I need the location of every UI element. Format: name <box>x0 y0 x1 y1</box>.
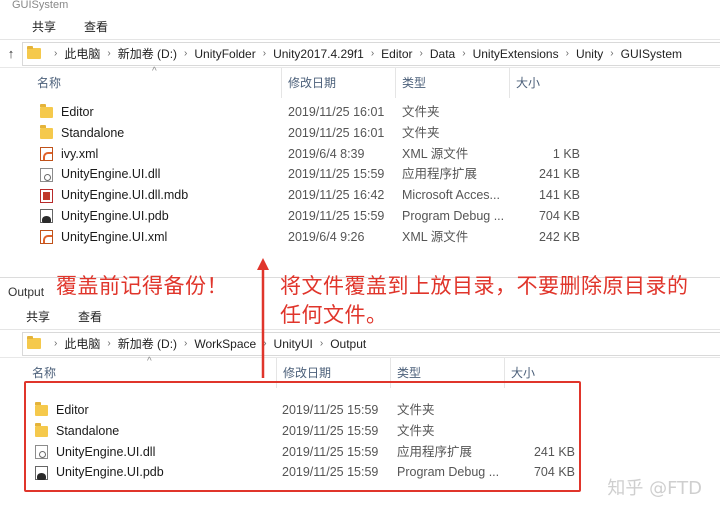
file-row[interactable]: UnityEngine.UI.dll 2019/11/25 15:59 应用程序扩展… <box>0 164 720 185</box>
ribbon-tab-view[interactable]: 查看 <box>70 14 122 40</box>
breadcrumb-item[interactable]: Unity <box>576 47 603 61</box>
chevron-right-icon[interactable]: › <box>566 48 569 59</box>
file-name-cell[interactable]: Standalone <box>40 123 124 144</box>
file-date: 2019/11/25 16:01 <box>288 125 385 140</box>
file-size: 241 KB <box>538 167 580 182</box>
file-row[interactable]: Standalone 2019/11/25 16:01 文件夹 <box>0 123 720 144</box>
file-name-cell[interactable]: Editor <box>40 102 94 123</box>
file-type: XML 源文件 <box>402 229 469 244</box>
file-name: Standalone <box>61 125 125 140</box>
ribbon-tab-view[interactable]: 查看 <box>64 304 116 330</box>
file-type: Program Debug ... <box>402 208 505 223</box>
chevron-right-icon[interactable]: › <box>610 48 613 59</box>
breadcrumb-item[interactable]: 此电脑 <box>64 335 100 352</box>
file-date: 2019/11/25 15:59 <box>288 208 385 223</box>
file-name: UnityEngine.UI.pdb <box>61 208 169 223</box>
file-date: 2019/11/25 16:01 <box>288 105 385 119</box>
explorer-window-top: GUISystem 共享 查看 ↑ › 此电脑 › 新加卷 (D:) › UnityFol… <box>0 0 720 277</box>
xml-file-icon <box>40 146 53 161</box>
ribbon-tabs: 共享 查看 <box>0 14 720 40</box>
file-name: UnityEngine.UI.xml <box>61 229 168 244</box>
breadcrumb-item[interactable]: WorkSpace <box>194 337 256 351</box>
file-name: UnityEngine.UI.dll <box>61 167 161 182</box>
file-row[interactable]: UnityEngine.UI.dll.mdb 2019/11/25 16:42 Mi… <box>0 185 720 206</box>
file-type: 文件夹 <box>402 105 440 119</box>
breadcrumb-item[interactable]: 新加卷 (D:) <box>118 335 177 352</box>
pdb-file-icon <box>40 209 53 224</box>
file-size: 242 KB <box>538 229 580 244</box>
breadcrumb[interactable]: › 此电脑 › 新加卷 (D:) › WorkSpace › UnityUI › Output <box>22 331 720 356</box>
file-name: ivy.xml <box>61 146 99 161</box>
column-type[interactable]: 类型 <box>395 68 509 98</box>
chevron-right-icon[interactable]: › <box>184 338 187 349</box>
breadcrumb-item[interactable]: Editor <box>381 47 412 61</box>
chevron-right-icon[interactable]: › <box>184 48 187 59</box>
mdb-file-icon <box>40 188 53 203</box>
ribbon-tab-share[interactable]: 共享 <box>4 304 64 330</box>
file-date: 2019/6/4 8:39 <box>288 146 365 161</box>
highlight-box <box>24 381 581 492</box>
folder-icon <box>27 46 41 59</box>
up-arrow-icon[interactable]: ↑ <box>4 46 18 61</box>
chevron-right-icon[interactable]: › <box>107 48 110 59</box>
file-date: 2019/11/25 15:59 <box>288 167 385 182</box>
chevron-right-icon[interactable]: › <box>371 48 374 59</box>
breadcrumb-item[interactable]: GUISystem <box>621 47 682 61</box>
chevron-right-icon[interactable]: › <box>320 338 323 349</box>
folder-icon <box>27 336 41 349</box>
file-name: UnityEngine.UI.dll.mdb <box>61 188 189 203</box>
address-bar: ↑ › 此电脑 › 新加卷 (D:) › UnityFolder › Unity2017.4.… <box>0 40 720 68</box>
file-name-cell[interactable]: ivy.xml <box>40 144 98 165</box>
breadcrumb-item[interactable]: Data <box>430 47 455 61</box>
xml-file-icon <box>40 230 53 245</box>
file-name-cell[interactable]: UnityEngine.UI.dll <box>40 164 160 185</box>
breadcrumb-item[interactable]: 新加卷 (D:) <box>118 45 177 62</box>
breadcrumb-item[interactable]: UnityExtensions <box>473 47 559 61</box>
column-header-row: ^ 名称 修改日期 类型 大小 <box>0 66 720 98</box>
column-date[interactable]: 修改日期 <box>281 68 395 98</box>
file-name-cell[interactable]: UnityEngine.UI.xml <box>40 227 167 248</box>
breadcrumb-item[interactable]: Output <box>330 337 366 351</box>
ribbon-tab-share[interactable]: 共享 <box>10 14 70 40</box>
file-row[interactable]: Editor 2019/11/25 16:01 文件夹 <box>0 102 720 123</box>
file-type: XML 源文件 <box>402 146 469 161</box>
breadcrumb-item[interactable]: Unity2017.4.29f1 <box>273 47 364 61</box>
breadcrumb-item[interactable]: UnityUI <box>274 337 313 351</box>
file-type: 应用程序扩展 <box>402 167 478 182</box>
chevron-right-icon[interactable]: › <box>462 48 465 59</box>
file-name-cell[interactable]: UnityEngine.UI.dll.mdb <box>40 185 188 206</box>
file-row[interactable]: ivy.xml 2019/6/4 8:39 XML 源文件 1 KB <box>0 144 720 165</box>
file-size: 704 KB <box>538 208 580 223</box>
window-title: GUISystem <box>12 0 69 11</box>
file-date: 2019/6/4 9:26 <box>288 229 365 244</box>
dll-file-icon <box>40 167 53 182</box>
file-date: 2019/11/25 16:42 <box>288 188 385 203</box>
chevron-right-icon[interactable]: › <box>107 338 110 349</box>
breadcrumb[interactable]: › 此电脑 › 新加卷 (D:) › UnityFolder › Unity2017.4.29… <box>22 41 720 66</box>
overwrite-note: 将文件覆盖到上放目录，不要删除原目录的任何文件。 <box>280 274 689 327</box>
watermark: 知乎 @FTD <box>607 478 702 499</box>
column-size[interactable]: 大小 <box>509 68 587 98</box>
file-type: 文件夹 <box>402 125 440 140</box>
backup-note: 覆盖前记得备份！ <box>56 274 228 298</box>
file-size: 1 KB <box>552 146 580 161</box>
file-list: ^ 名称 修改日期 类型 大小 Editor 2019/11/25 16:01 文件… <box>0 66 720 248</box>
chevron-right-icon[interactable]: › <box>263 338 266 349</box>
folder-icon <box>40 125 53 140</box>
file-type: Microsoft Acces... <box>402 188 500 203</box>
column-name[interactable]: 名称 <box>31 68 281 98</box>
file-row[interactable]: UnityEngine.UI.xml 2019/6/4 9:26 XML 源文件 24… <box>0 227 720 248</box>
file-row[interactable]: UnityEngine.UI.pdb 2019/11/25 15:59 Progra… <box>0 206 720 227</box>
breadcrumb-item[interactable]: UnityFolder <box>194 47 255 61</box>
breadcrumb-item[interactable]: 此电脑 <box>64 45 100 62</box>
file-size: 141 KB <box>538 188 580 203</box>
folder-icon <box>40 104 53 119</box>
chevron-right-icon[interactable]: › <box>54 338 57 349</box>
chevron-right-icon[interactable]: › <box>263 48 266 59</box>
file-name-cell[interactable]: UnityEngine.UI.pdb <box>40 206 169 227</box>
chevron-right-icon[interactable]: › <box>420 48 423 59</box>
address-bar: ↑ ›此电脑›新加卷 (D:)›WorkSpace›UnityUI›Output <box>0 330 720 358</box>
chevron-right-icon[interactable]: › <box>54 48 57 59</box>
file-name: Editor <box>61 105 94 119</box>
